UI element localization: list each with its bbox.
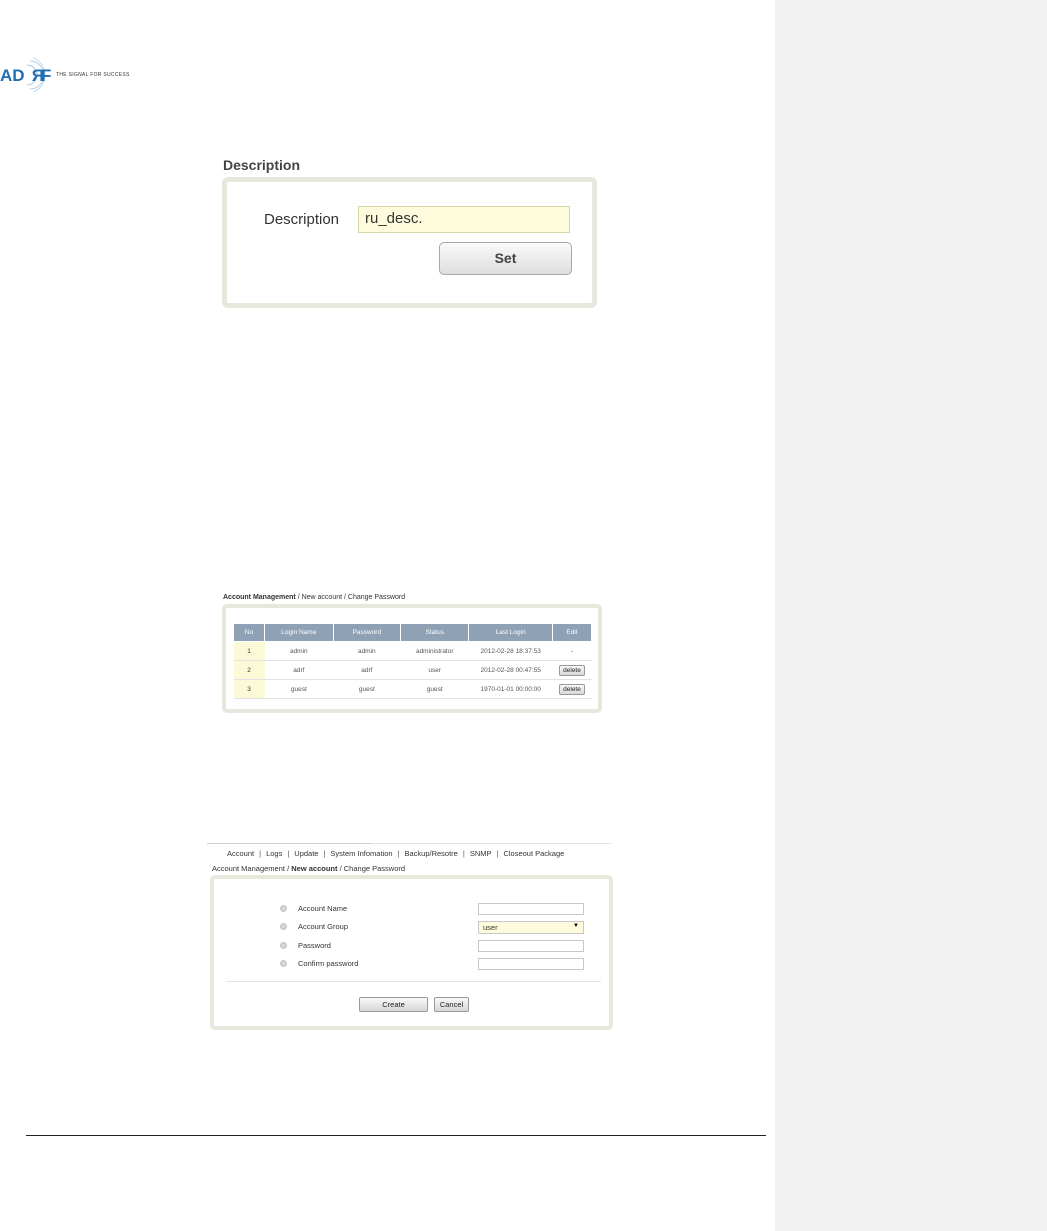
row-password: guest xyxy=(333,679,401,699)
menu-separator: | xyxy=(462,849,465,858)
admin-menu-bar: Account | Logs | Update | System Infomation | Ba… xyxy=(227,849,564,858)
row-password: adrf xyxy=(333,660,401,680)
bullet-icon xyxy=(280,923,287,930)
col-status: Status xyxy=(400,623,470,642)
menu-separator: | xyxy=(323,849,326,858)
description-section-title: Description xyxy=(223,157,301,173)
row-edit: delete xyxy=(552,679,592,699)
table-header-row: No Login Name Password Status Last Login… xyxy=(232,623,592,642)
account-table: No Login Name Password Status Last Login… xyxy=(232,623,592,699)
col-edit: Edit xyxy=(552,623,592,642)
menu-separator: | xyxy=(397,849,400,858)
menu-item-system-information[interactable]: System Infomation xyxy=(330,849,392,858)
logo-mark: AD R F xyxy=(0,57,51,93)
row-last-login: 2012-02-28 18:37:53 xyxy=(468,641,553,661)
delete-button[interactable]: delete xyxy=(559,664,585,676)
row-last-login: 2012-02-28 00:47:55 xyxy=(468,660,553,680)
description-panel: Description ru_desc. Set xyxy=(222,177,597,308)
dropdown-arrow-icon: ▼ xyxy=(573,923,579,929)
menu-item-closeout-package[interactable]: Closeout Package xyxy=(503,849,564,858)
account-group-value: user xyxy=(483,923,498,932)
new-account-breadcrumb: Account Management / New account / Chang… xyxy=(212,864,405,873)
row-last-login: 1970-01-01 00:00:00 xyxy=(468,679,553,699)
row-edit: - xyxy=(552,641,592,661)
menu-separator: | xyxy=(259,849,262,858)
account-name-input[interactable] xyxy=(478,903,584,915)
account-name-label: Account Name xyxy=(298,904,348,913)
row-login-name: admin xyxy=(264,641,334,661)
account-group-label: Account Group xyxy=(298,922,349,931)
menu-item-logs[interactable]: Logs xyxy=(266,849,282,858)
row-no: 2 xyxy=(233,660,265,680)
confirm-password-input[interactable] xyxy=(478,958,584,970)
menu-separator: | xyxy=(496,849,499,858)
row-no: 3 xyxy=(233,679,265,699)
nav-change-password[interactable]: Change Password xyxy=(348,594,405,601)
set-button[interactable]: Set xyxy=(439,242,572,275)
bullet-icon xyxy=(280,942,287,949)
row-password: admin xyxy=(333,641,401,661)
account-group-select[interactable]: user ▼ xyxy=(478,921,584,934)
nav-new-account[interactable]: New account xyxy=(302,594,342,601)
menu-separator: | xyxy=(287,849,290,858)
row-no: 1 xyxy=(233,641,265,661)
delete-button[interactable]: delete xyxy=(559,683,585,695)
account-table-panel: No Login Name Password Status Last Login… xyxy=(222,604,602,713)
description-field-label: Description xyxy=(264,211,340,228)
password-label: Password xyxy=(298,941,331,950)
form-divider xyxy=(226,981,601,982)
menu-item-snmp[interactable]: SNMP xyxy=(470,849,492,858)
menu-item-backup-restore[interactable]: Backup/Resotre xyxy=(404,849,457,858)
cancel-button[interactable]: Cancel xyxy=(434,997,469,1012)
svg-text:F: F xyxy=(41,66,51,85)
row-status: guest xyxy=(400,679,469,699)
password-input[interactable] xyxy=(478,940,584,952)
nav-change-password[interactable]: Change Password xyxy=(344,864,405,873)
table-row: 3 guest guest guest 1970-01-01 00:00:00 … xyxy=(233,679,592,699)
menu-item-update[interactable]: Update xyxy=(294,849,318,858)
footer-rule xyxy=(26,1135,766,1136)
bullet-icon xyxy=(280,960,287,967)
row-login-name: guest xyxy=(264,679,334,699)
col-login-name: Login Name xyxy=(264,623,334,642)
account-breadcrumb: Account Management / New account / Chang… xyxy=(223,594,405,601)
col-no: No xyxy=(232,623,266,642)
table-row: 1 admin admin administrator 2012-02-28 1… xyxy=(233,641,592,661)
comment-margin-panel xyxy=(775,0,1047,1231)
bullet-icon xyxy=(280,905,287,912)
table-row: 2 adrf adrf user 2012-02-28 00:47:55 del… xyxy=(233,660,592,680)
menu-item-account[interactable]: Account xyxy=(227,849,254,858)
row-edit: delete xyxy=(552,660,592,680)
new-account-panel: Account Name Account Group user ▼ Passwo… xyxy=(210,875,613,1030)
row-status: administrator xyxy=(400,641,469,661)
nav-new-account[interactable]: New account xyxy=(291,864,337,873)
create-button[interactable]: Create xyxy=(359,997,428,1012)
logo-text: AD xyxy=(0,66,25,85)
description-input[interactable]: ru_desc. xyxy=(358,206,570,233)
col-last-login: Last Login xyxy=(468,623,554,642)
row-status: user xyxy=(400,660,469,680)
confirm-password-label: Confirm password xyxy=(298,959,359,968)
row-login-name: adrf xyxy=(264,660,334,680)
col-password: Password xyxy=(332,623,402,642)
nav-account-management[interactable]: Account Management xyxy=(223,594,296,601)
logo-tagline: THE SIGNAL FOR SUCCESS xyxy=(56,72,130,78)
nav-account-management[interactable]: Account Management xyxy=(212,864,285,873)
divider xyxy=(207,843,372,844)
adrf-logo: AD R F THE SIGNAL FOR SUCCESS xyxy=(0,55,150,95)
